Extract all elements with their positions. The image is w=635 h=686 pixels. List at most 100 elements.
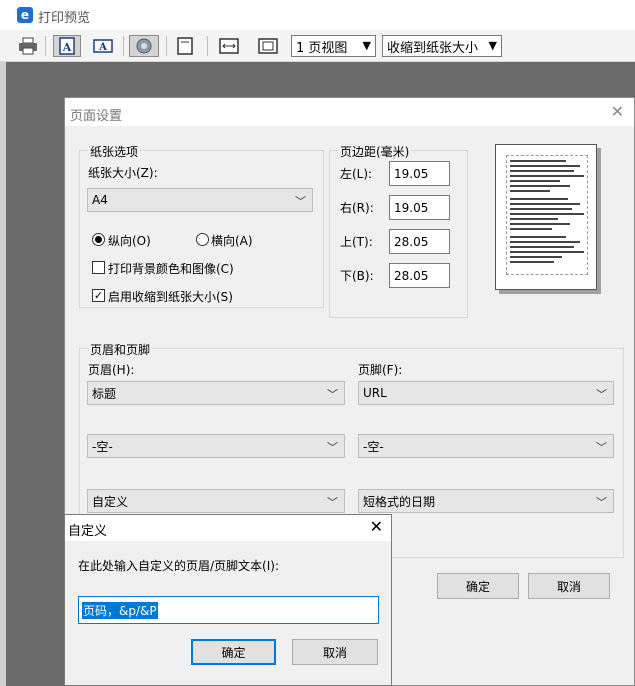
cancel-button[interactable]: 取消 — [528, 573, 610, 599]
preview-line — [510, 218, 558, 220]
ok-button[interactable]: 确定 — [437, 573, 519, 599]
preview-line — [510, 251, 584, 253]
page-setup-button[interactable] — [129, 35, 159, 57]
chevron-down-icon: ﹀ — [327, 441, 338, 454]
page-setup-titlebar: 页面设置 ✕ — [65, 98, 634, 126]
page-preview-margins — [506, 155, 588, 275]
page-width-button[interactable] — [216, 35, 242, 57]
paper-size-label: 纸张大小(Z): — [88, 166, 158, 180]
footer-select-3-value: 短格式的日期 — [363, 494, 436, 509]
preview-line — [510, 190, 550, 192]
header-select-2[interactable]: -空- ﹀ — [87, 434, 345, 458]
footer-select-1-value: URL — [363, 386, 387, 400]
toolbar-separator — [166, 36, 167, 56]
margin-top-value: 28.05 — [394, 234, 429, 249]
header-select-3[interactable]: 自定义 ﹀ — [87, 489, 345, 513]
margin-right-label: 右(R): — [340, 201, 374, 215]
settings-icon — [136, 38, 152, 54]
landscape-radio[interactable] — [196, 233, 209, 246]
toolbar: A A 1 页视图 ▼ 收缩到纸张大小 ▼ — [0, 30, 635, 62]
custom-text-input[interactable]: 页码，&p/&P — [78, 596, 379, 624]
margin-bottom-input[interactable]: 28.05 — [389, 263, 450, 288]
preview-line — [510, 236, 566, 238]
margin-top-label: 上(T): — [340, 235, 373, 249]
portrait-button[interactable]: A — [53, 35, 81, 57]
paper-size-value: A4 — [92, 193, 108, 207]
chevron-down-icon: ﹀ — [596, 496, 607, 509]
custom-dialog-titlebar: 自定义 ✕ — [65, 515, 391, 541]
landscape-icon: A — [93, 39, 113, 53]
chevron-down-icon: ﹀ — [327, 496, 338, 509]
chevron-down-icon: ﹀ — [327, 388, 338, 401]
close-icon[interactable]: ✕ — [611, 102, 624, 121]
custom-dialog: 自定义 ✕ 在此处输入自定义的页眉/页脚文本(I): 页码，&p/&P 确定 取… — [64, 514, 392, 686]
svg-text:A: A — [98, 42, 107, 53]
preview-line — [510, 261, 554, 263]
margins-label: 页边距(毫米) — [338, 143, 412, 160]
shrink-to-fit-label: 启用收缩到纸张大小(S) — [108, 290, 233, 304]
header-select-1[interactable]: 标题 ﹀ — [87, 381, 345, 405]
footer-select-1[interactable]: URL ﹀ — [358, 381, 614, 405]
view-select[interactable]: 1 页视图 ▼ — [291, 35, 376, 57]
shrink-select[interactable]: 收缩到纸张大小 ▼ — [382, 35, 502, 57]
header-select-1-value: 标题 — [92, 386, 117, 401]
margin-left-input[interactable]: 19.05 — [389, 161, 450, 186]
view-select-value: 1 页视图 — [296, 40, 348, 56]
margin-left-label: 左(L): — [340, 167, 373, 181]
toolbar-separator — [207, 36, 208, 56]
shrink-icon — [258, 38, 278, 54]
paper-options-label: 纸张选项 — [88, 143, 141, 160]
portrait-label: 纵向(O) — [108, 234, 151, 248]
footer-select-2[interactable]: -空- ﹀ — [358, 434, 614, 458]
preview-line — [510, 170, 574, 172]
footer-select-2-value: -空- — [363, 439, 384, 454]
pagewidth-icon — [219, 38, 239, 54]
shrink-to-fit-checkbox[interactable]: ✓ — [92, 289, 105, 302]
close-icon[interactable]: ✕ — [370, 517, 383, 536]
paper-size-select[interactable]: A4 ﹀ — [87, 188, 313, 212]
print-button[interactable] — [15, 35, 41, 57]
portrait-radio[interactable] — [92, 233, 105, 246]
preview-line — [510, 246, 574, 248]
preview-line — [510, 228, 552, 230]
landscape-label: 横向(A) — [211, 234, 253, 248]
header-footer-label: 页眉和页脚 — [88, 341, 153, 358]
margin-right-input[interactable]: 19.05 — [389, 195, 450, 220]
chevron-down-icon: ﹀ — [295, 195, 306, 208]
footer-select-3[interactable]: 短格式的日期 ﹀ — [358, 489, 614, 513]
custom-text-value: 页码，&p/&P — [82, 601, 158, 619]
chevron-down-icon: ﹀ — [596, 441, 607, 454]
portrait-icon: A — [59, 37, 75, 55]
page-preview-thumbnail — [495, 144, 597, 290]
preview-line — [510, 256, 562, 258]
chevron-down-icon: ▼ — [362, 39, 371, 52]
custom-ok-button[interactable]: 确定 — [191, 639, 276, 665]
print-background-checkbox[interactable] — [92, 261, 105, 274]
margin-top-input[interactable]: 28.05 — [389, 229, 450, 254]
landscape-button[interactable]: A — [90, 35, 116, 57]
toolbar-separator — [123, 36, 124, 56]
fullpage-icon — [177, 37, 193, 55]
toolbar-separator — [45, 36, 46, 56]
ie-icon: e — [17, 7, 33, 23]
preview-line — [510, 213, 584, 215]
header-select-3-value: 自定义 — [92, 494, 129, 509]
full-page-button[interactable] — [173, 35, 197, 57]
preview-line — [510, 223, 570, 225]
shrink-select-value: 收缩到纸张大小 — [387, 40, 479, 56]
preview-line — [510, 203, 580, 205]
shrink-page-button[interactable] — [255, 35, 281, 57]
custom-dialog-title: 自定义 — [68, 524, 108, 539]
print-background-label: 打印背景颜色和图像(C) — [108, 262, 234, 276]
preview-line — [510, 198, 568, 200]
header-select-2-value: -空- — [92, 439, 113, 454]
margin-bottom-value: 28.05 — [394, 268, 429, 283]
preview-line — [510, 165, 580, 167]
preview-line — [510, 241, 580, 243]
custom-dialog-prompt: 在此处输入自定义的页眉/页脚文本(I): — [78, 559, 279, 573]
svg-text:A: A — [62, 41, 72, 54]
print-icon — [19, 37, 37, 55]
custom-cancel-button[interactable]: 取消 — [292, 639, 378, 665]
preview-line — [510, 160, 566, 162]
preview-line — [510, 208, 572, 210]
